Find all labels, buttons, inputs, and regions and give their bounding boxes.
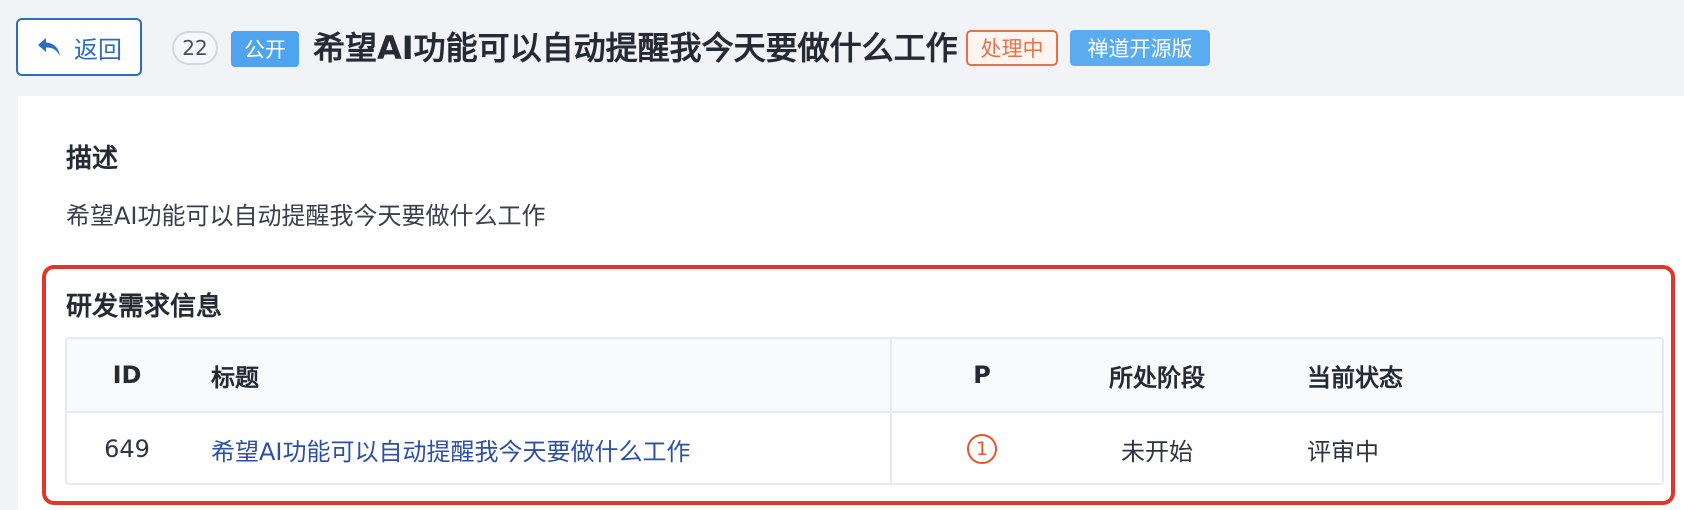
column-header-status: 当前状态	[1307, 363, 1403, 392]
table-row: 649 希望AI功能可以自动提醒我今天要做什么工作 1 未开始 评审中	[67, 413, 1662, 485]
row-status: 评审中	[1307, 437, 1379, 466]
description-text: 希望AI功能可以自动提醒我今天要做什么工作	[66, 202, 546, 230]
row-id: 649	[104, 435, 150, 463]
requirement-table: ID 标题 P 所处阶段 当前状态 649 希望AI功能可以自动提醒我今天要做什…	[65, 337, 1664, 485]
edition-badge: 禅道开源版	[1070, 30, 1210, 66]
column-header-title: 标题	[211, 363, 259, 392]
visibility-badge: 公开	[231, 31, 299, 67]
column-header-id: ID	[112, 361, 142, 389]
row-priority: 1	[947, 413, 1017, 485]
page-header: 返回 22 公开 希望AI功能可以自动提醒我今天要做什么工作 处理中 禅道开源版	[0, 0, 1684, 94]
table-header: ID 标题 P 所处阶段 当前状态	[67, 339, 1662, 413]
column-header-priority: P	[973, 361, 991, 389]
reply-arrow-icon	[36, 36, 62, 58]
back-button[interactable]: 返回	[16, 18, 142, 76]
column-header-stage: 所处阶段	[1109, 363, 1205, 392]
description-heading: 描述	[66, 144, 119, 174]
requirement-section-heading: 研发需求信息	[66, 292, 223, 322]
row-title-link[interactable]: 希望AI功能可以自动提醒我今天要做什么工作	[211, 413, 871, 485]
column-divider	[890, 339, 892, 483]
issue-id-badge: 22	[172, 31, 218, 65]
page-title: 希望AI功能可以自动提醒我今天要做什么工作	[313, 29, 958, 67]
row-stage: 未开始	[1121, 437, 1193, 466]
story-link[interactable]: 希望AI功能可以自动提醒我今天要做什么工作	[211, 432, 691, 467]
status-badge: 处理中	[966, 30, 1058, 66]
back-button-label: 返回	[74, 35, 122, 64]
priority-badge: 1	[967, 434, 997, 464]
